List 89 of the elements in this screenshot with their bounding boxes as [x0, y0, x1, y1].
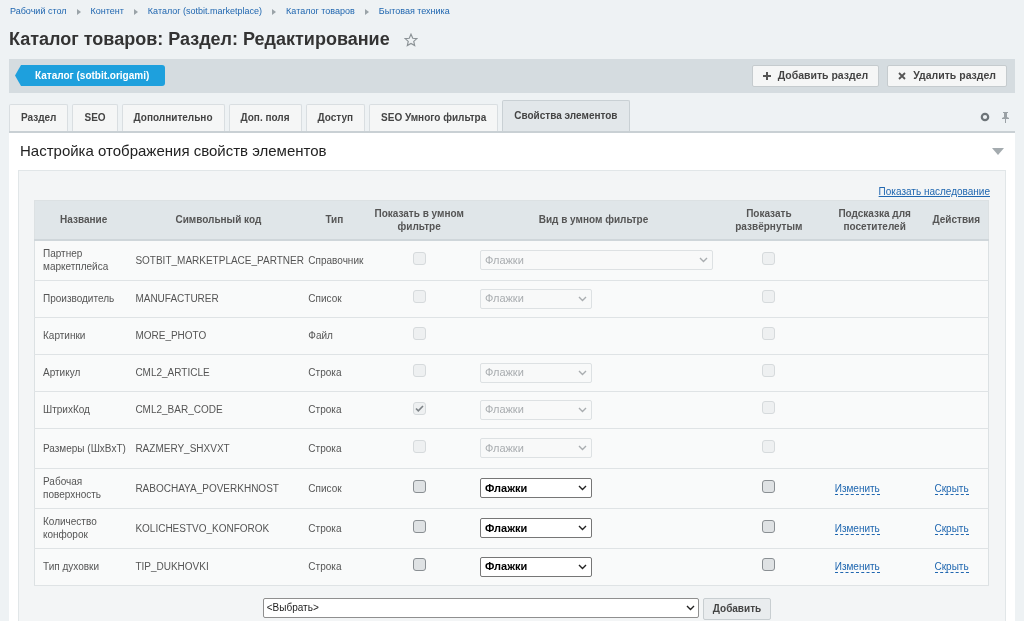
hide-link[interactable]: Скрыть [934, 482, 969, 495]
table-cell: MORE_PHOTO [132, 317, 305, 354]
column-header: Название [34, 200, 133, 240]
breadcrumb-arrow-icon [133, 8, 138, 15]
hide-link[interactable]: Скрыть [934, 561, 969, 573]
dropdown[interactable]: Флажки [479, 518, 592, 538]
delete-section-button[interactable]: Удалить раздел [887, 64, 1007, 87]
breadcrumb-link[interactable]: Каталог товаров [286, 5, 355, 19]
table-cell: Тип духовки [34, 548, 133, 585]
chevron-down-icon [577, 485, 587, 491]
table-cell: Строка [304, 391, 365, 428]
table-cell: Файл [304, 317, 365, 354]
edit-hint-link[interactable]: Изменить [834, 482, 880, 495]
chevron-down-icon [577, 406, 587, 413]
checkbox[interactable] [762, 479, 776, 493]
hide-link[interactable]: Скрыть [934, 522, 969, 535]
table-cell: Строка [304, 428, 365, 468]
breadcrumb-arrow-icon [76, 8, 81, 15]
table-cell: Производитель [34, 280, 133, 317]
section-title: Настройка отображения свойств элементов [20, 140, 327, 161]
column-header: Вид в умном фильтре [473, 200, 713, 240]
check-icon [414, 404, 424, 413]
column-header: Показать развёрнутым [712, 200, 825, 240]
tab[interactable]: SEO Умного фильтра [369, 103, 499, 131]
table-cell: Размеры (ШxВxТ) [34, 428, 133, 468]
column-header: Тип [304, 200, 365, 240]
table-cell: Строка [304, 508, 365, 548]
column-header: Символьный код [132, 200, 305, 240]
table-cell: Артикул [34, 354, 133, 391]
chevron-down-icon [577, 563, 587, 570]
checkbox[interactable] [412, 558, 426, 571]
star-icon[interactable] [403, 32, 418, 47]
checkbox[interactable] [412, 479, 426, 493]
edit-hint-link[interactable]: Изменить [834, 522, 880, 535]
table-cell: TIP_DUKHOVKI [132, 548, 305, 585]
column-header: Показать в умном фильтре [364, 200, 474, 240]
breadcrumb-arrow-icon [364, 8, 369, 15]
tab[interactable]: Доступ [305, 103, 366, 131]
table-cell: Картинки [34, 317, 133, 354]
table-cell: Количество конфорок [34, 508, 133, 548]
table-cell: Рабочая поверхность [34, 468, 133, 508]
dropdown[interactable]: Флажки [479, 478, 592, 498]
column-header: Действия [924, 200, 989, 240]
table-cell: SOTBIT_MARKETPLACE_PARTNER [132, 240, 305, 280]
close-icon [898, 71, 907, 80]
checkbox[interactable] [412, 519, 426, 533]
table-cell: KOLICHESTVO_KONFOROK [132, 508, 305, 548]
breadcrumb-link[interactable]: Рабочий стол [10, 5, 67, 19]
table-cell: Партнер маркетплейса [34, 240, 133, 280]
add-button[interactable]: Добавить [702, 597, 772, 620]
chevron-down-icon [577, 445, 587, 451]
edit-hint-link[interactable]: Изменить [834, 561, 880, 573]
settings-icon[interactable] [980, 111, 990, 122]
property-select[interactable]: <Выбрать> [262, 597, 699, 618]
checkbox[interactable] [762, 519, 776, 533]
chevron-down-icon [685, 604, 695, 611]
show-inheritance-link[interactable]: Показать наследование [878, 183, 990, 200]
pin-icon[interactable] [1002, 111, 1009, 123]
tab[interactable]: Раздел [9, 103, 69, 131]
checkbox[interactable] [762, 558, 776, 571]
page-title: Каталог товаров: Раздел: Редактирование [9, 28, 390, 51]
tab[interactable]: SEO [72, 103, 118, 131]
chevron-down-icon [577, 369, 587, 376]
breadcrumb-link[interactable]: Каталог (sotbit.marketplace) [147, 5, 263, 19]
table-cell: Список [304, 468, 365, 508]
table-cell: CML2_BAR_CODE [132, 391, 305, 428]
table-cell: CML2_ARTICLE [132, 354, 305, 391]
table-cell: RAZMERY_SHXVXT [132, 428, 305, 468]
tab[interactable]: Дополнительно [121, 103, 225, 131]
dropdown[interactable]: Флажки [479, 556, 592, 577]
table-cell: Справочник [304, 240, 365, 280]
table-cell: Строка [304, 354, 365, 391]
chevron-down-icon [577, 525, 587, 531]
chevron-down-icon [577, 295, 587, 302]
plus-icon [762, 71, 771, 80]
table-cell: Список [304, 280, 365, 317]
tab[interactable]: Доп. поля [228, 103, 302, 131]
table-cell: MANUFACTURER [132, 280, 305, 317]
table-cell: ШтрихКод [34, 391, 133, 428]
breadcrumb-link[interactable]: Бытовая техника [378, 5, 450, 19]
add-section-button[interactable]: Добавить раздел [751, 64, 880, 87]
table-cell: Строка [304, 548, 365, 585]
breadcrumb-link[interactable]: Контент [90, 5, 124, 19]
column-header: Подсказка для посетителей [824, 200, 925, 240]
tab[interactable]: Свойства элементов [502, 99, 630, 131]
breadcrumb-arrow-icon [272, 8, 277, 15]
chevron-down-icon [698, 257, 708, 264]
collapse-arrow-icon[interactable] [992, 147, 1004, 155]
table-cell: RABOCHAYA_POVERKHNOST [132, 468, 305, 508]
